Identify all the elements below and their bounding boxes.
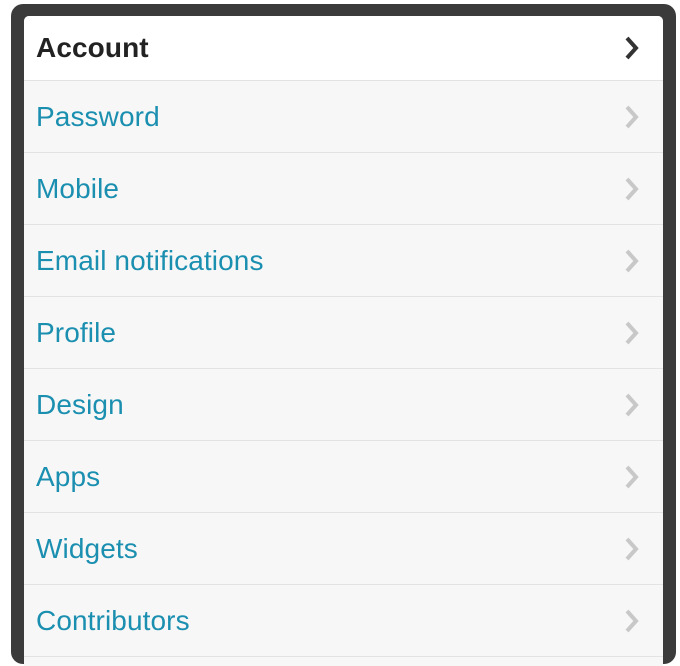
chevron-right-icon bbox=[625, 105, 639, 129]
nav-item-label: Password bbox=[36, 100, 160, 132]
nav-item-account[interactable]: Account bbox=[24, 16, 663, 81]
chevron-right-icon bbox=[625, 249, 639, 273]
chevron-right-icon bbox=[625, 36, 639, 60]
chevron-right-icon bbox=[625, 393, 639, 417]
nav-item-label: Apps bbox=[36, 460, 101, 492]
nav-item-design[interactable]: Design bbox=[24, 369, 663, 441]
settings-nav-panel: Account Password Mobile Email notificati… bbox=[11, 4, 676, 666]
nav-item-mobile[interactable]: Mobile bbox=[24, 153, 663, 225]
nav-item-label: Account bbox=[36, 32, 149, 63]
chevron-right-icon bbox=[625, 465, 639, 489]
nav-item-label: Email notifications bbox=[36, 244, 264, 276]
nav-item-password[interactable]: Password bbox=[24, 81, 663, 153]
chevron-right-icon bbox=[625, 177, 639, 201]
nav-item-widgets[interactable]: Widgets bbox=[24, 513, 663, 585]
settings-nav-list: Account Password Mobile Email notificati… bbox=[24, 16, 663, 666]
nav-item-contributors[interactable]: Contributors bbox=[24, 585, 663, 657]
chevron-right-icon bbox=[625, 321, 639, 345]
nav-item-label: Mobile bbox=[36, 172, 120, 204]
nav-item-label: Design bbox=[36, 388, 124, 420]
nav-item-apps[interactable]: Apps bbox=[24, 441, 663, 513]
nav-item-label: Contributors bbox=[36, 604, 190, 636]
nav-item-email-notifications[interactable]: Email notifications bbox=[24, 225, 663, 297]
chevron-right-icon bbox=[625, 537, 639, 561]
nav-item-profile[interactable]: Profile bbox=[24, 297, 663, 369]
nav-item-label: Profile bbox=[36, 316, 117, 348]
nav-item-label: Widgets bbox=[36, 532, 138, 564]
chevron-right-icon bbox=[625, 609, 639, 633]
